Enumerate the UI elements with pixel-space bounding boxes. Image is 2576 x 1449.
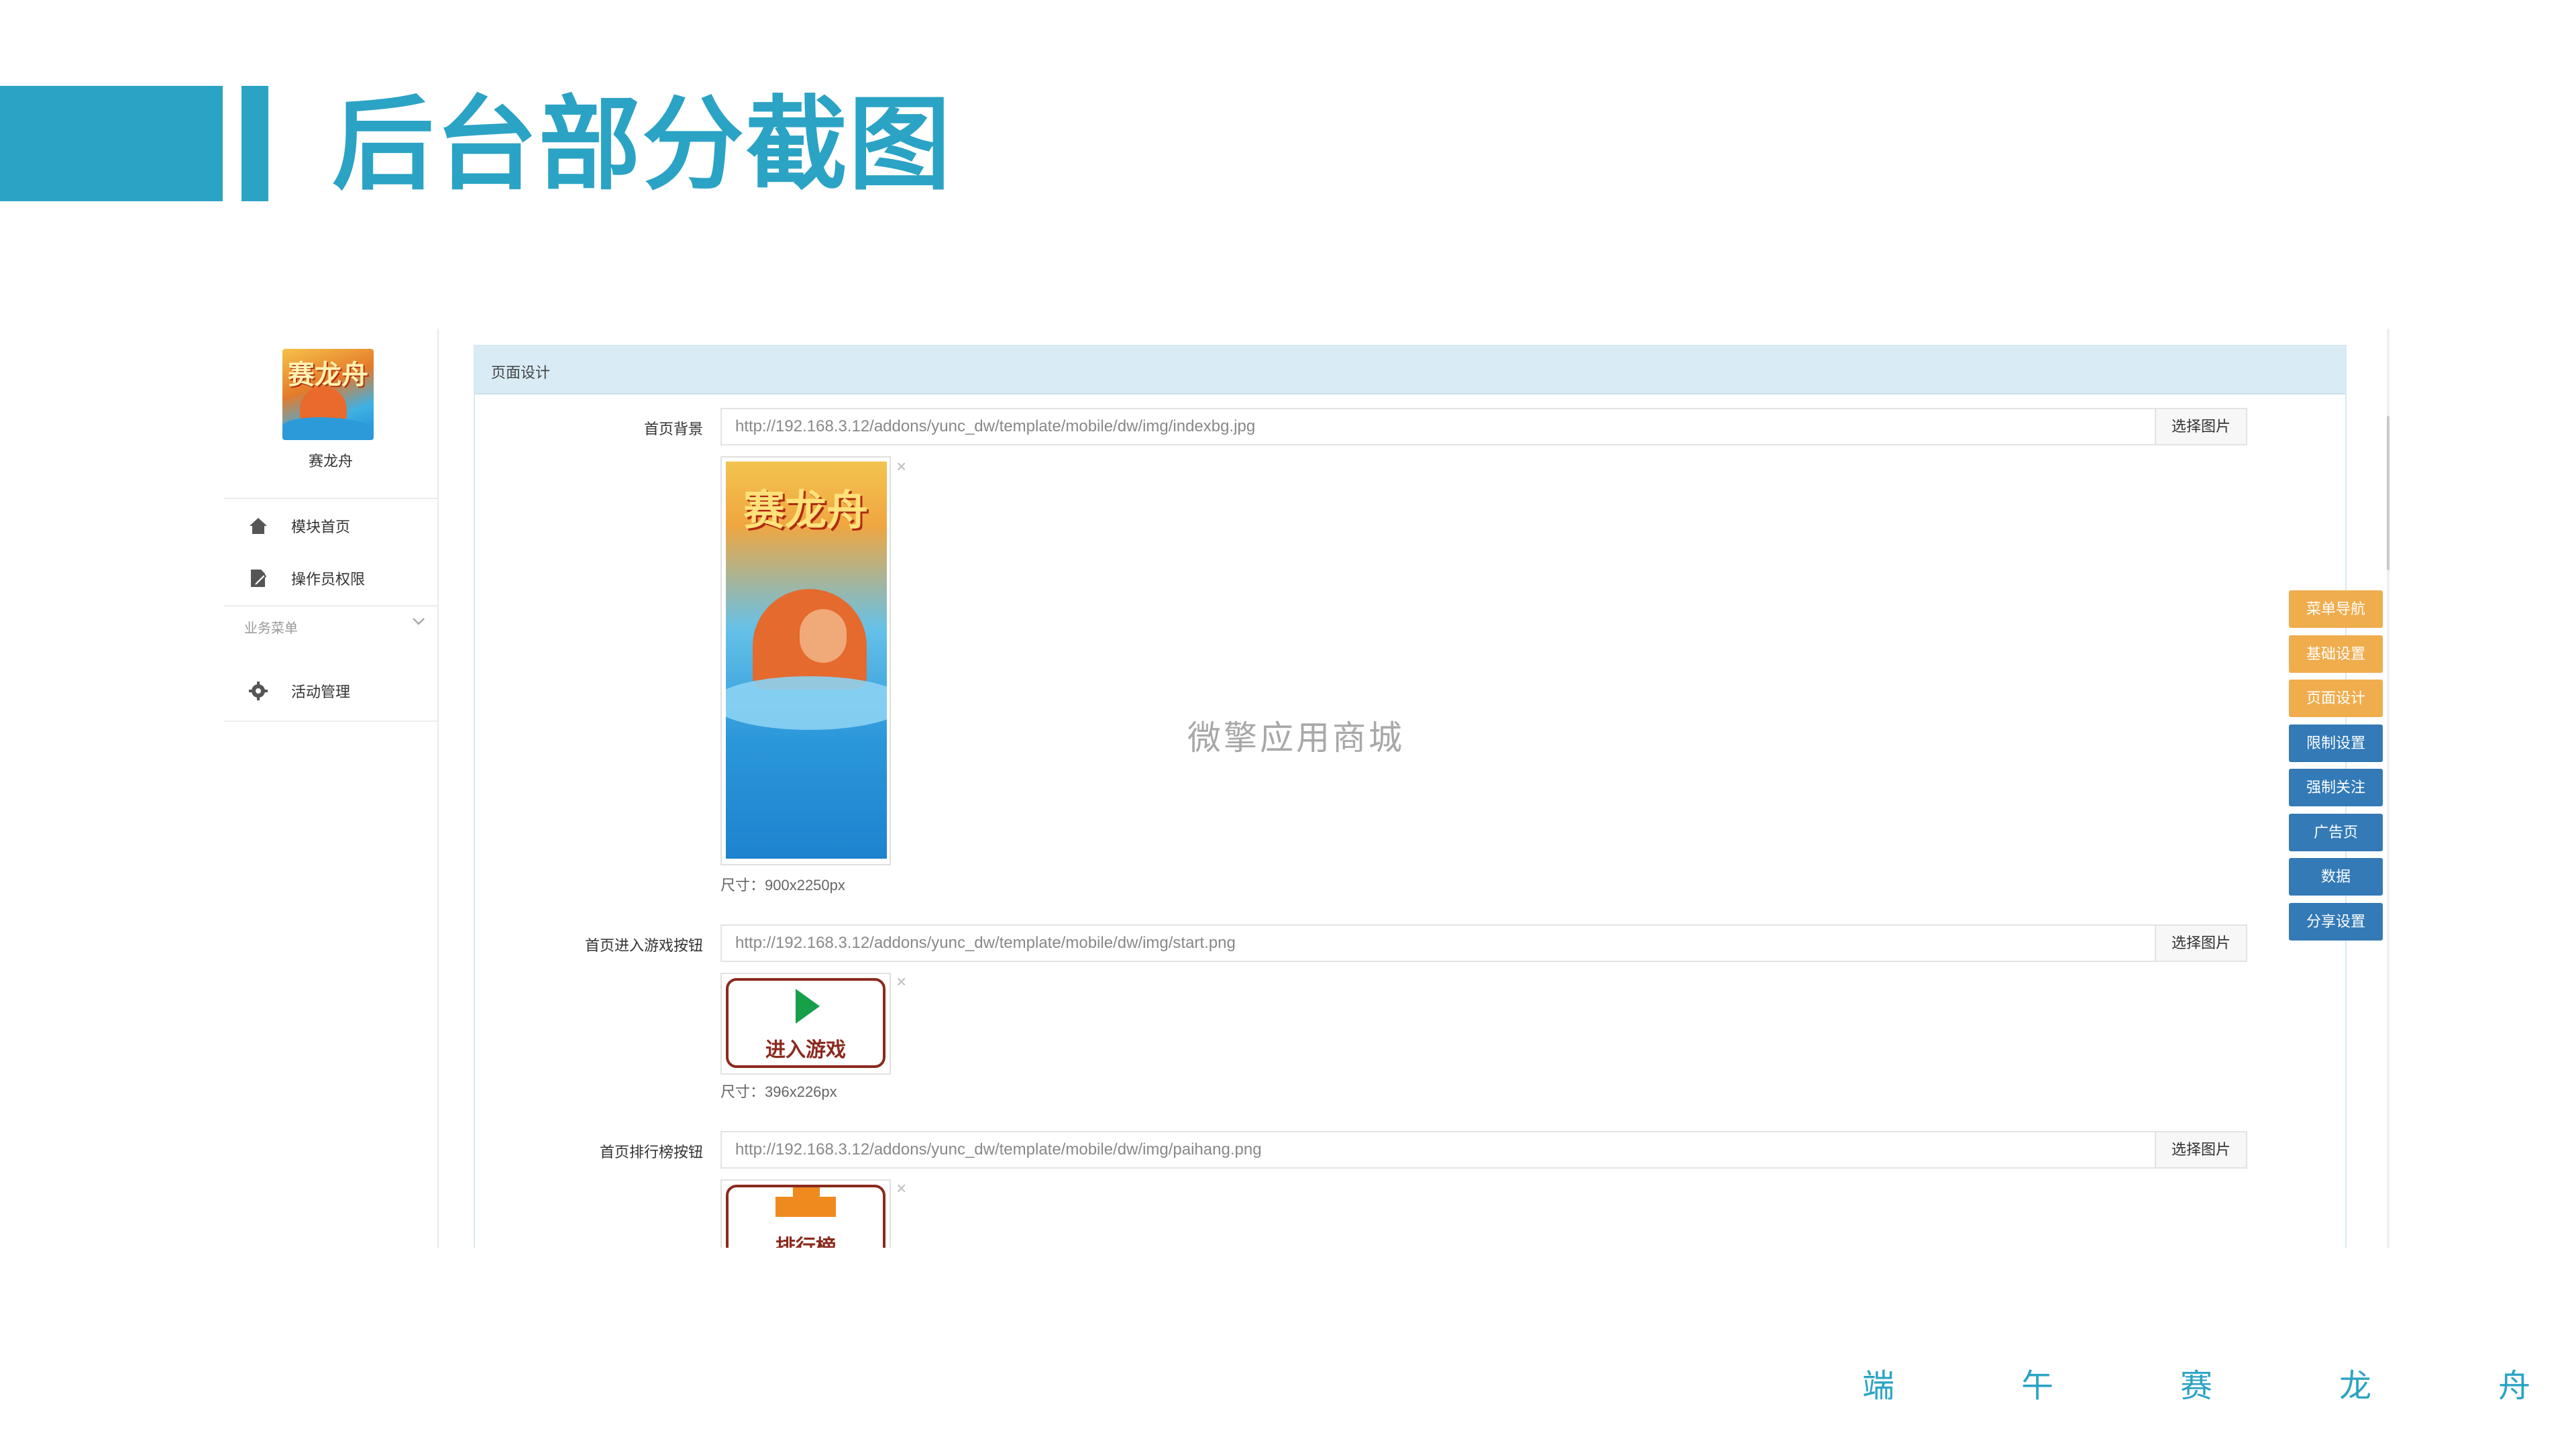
- sidebar-item-module-home[interactable]: 模块首页: [224, 504, 437, 547]
- remove-image-icon[interactable]: ×: [896, 1178, 906, 1199]
- image-title-text: 排行榜: [775, 1236, 836, 1248]
- sidebar-item-operator-permissions[interactable]: 操作员权限: [224, 557, 437, 600]
- image-title-text: 赛龙舟: [743, 486, 869, 535]
- logo-wave-shape: [282, 417, 374, 440]
- remove-image-icon[interactable]: ×: [896, 456, 906, 477]
- field-label: 首页背景: [643, 421, 703, 437]
- select-image-button[interactable]: 选择图片: [2156, 1131, 2247, 1169]
- select-image-button[interactable]: 选择图片: [2156, 408, 2247, 445]
- sidebar-group-label: 业务菜单: [244, 621, 298, 636]
- field-label: 首页排行榜按钮: [599, 1144, 703, 1161]
- sidebar-divider: [224, 605, 437, 606]
- podium-shape: [775, 1197, 836, 1217]
- panel-header: 页面设计: [475, 346, 2345, 394]
- image-preview: 赛龙舟: [720, 456, 891, 865]
- footer-char: 龙: [2339, 1367, 2372, 1405]
- wave-shape: [726, 676, 887, 730]
- sidebar-item-label: 操作员权限: [291, 571, 366, 588]
- image-size-note: 尺寸：900x2250px: [720, 877, 845, 894]
- sidebar: 赛龙舟 赛龙舟 模块首页 操作员权限 业务菜单 活动管理: [224, 329, 439, 1248]
- logo-text: 赛龙舟: [288, 360, 368, 390]
- sidebar-item-label: 模块首页: [291, 519, 351, 535]
- image-title-text: 进入游戏: [765, 1038, 846, 1062]
- sidebar-divider: [224, 498, 437, 499]
- panel-title: 页面设计: [491, 364, 551, 381]
- footer-char: 端: [1862, 1367, 1895, 1405]
- gear-icon: [248, 681, 268, 701]
- start-button-image: 进入游戏: [726, 978, 885, 1068]
- app-logo[interactable]: 赛龙舟: [282, 349, 374, 440]
- page-design-panel: 页面设计 首页背景 选择图片 赛龙舟 × 尺寸：900x2250px 首页进入游…: [474, 345, 2347, 1248]
- image-url-input[interactable]: [720, 408, 2156, 445]
- image-size-note: 尺寸：396x226px: [720, 1083, 837, 1100]
- float-nav-button[interactable]: 广告页: [2289, 814, 2383, 851]
- footer-char: 舟: [2498, 1367, 2531, 1405]
- remove-image-icon[interactable]: ×: [896, 971, 906, 992]
- character-shape: [800, 609, 847, 663]
- sidebar-item-label: 活动管理: [291, 684, 351, 700]
- scrollbar-thumb[interactable]: [2387, 416, 2390, 570]
- footer-char: 午: [2021, 1367, 2054, 1405]
- float-nav-button[interactable]: 数据: [2289, 858, 2383, 896]
- chevron-down-icon[interactable]: [411, 613, 427, 629]
- float-nav-button[interactable]: 菜单导航: [2289, 590, 2383, 628]
- float-nav-button[interactable]: 基础设置: [2289, 635, 2383, 673]
- image-url-input[interactable]: [720, 1131, 2156, 1169]
- image-preview: 排行榜: [720, 1179, 891, 1248]
- rank-button-image: 排行榜: [726, 1185, 885, 1248]
- footer-char: 赛: [2180, 1367, 2213, 1405]
- background-image: 赛龙舟: [726, 462, 887, 859]
- image-preview: 进入游戏: [720, 973, 891, 1075]
- document-edit-icon: [248, 568, 268, 588]
- play-icon: [796, 989, 820, 1024]
- image-url-input[interactable]: [720, 924, 2156, 962]
- slide-title: 后台部分截图: [332, 85, 952, 204]
- header-accent-tick: [241, 86, 268, 201]
- float-nav-button[interactable]: 限制设置: [2289, 724, 2383, 762]
- float-nav-button[interactable]: 分享设置: [2289, 903, 2383, 941]
- select-image-button[interactable]: 选择图片: [2156, 924, 2247, 962]
- float-nav-button[interactable]: 页面设计: [2289, 680, 2383, 717]
- header-accent-bar: [0, 86, 223, 201]
- float-nav-button[interactable]: 强制关注: [2289, 769, 2383, 806]
- sidebar-item-activity-management[interactable]: 活动管理: [224, 669, 437, 712]
- sidebar-divider: [224, 720, 437, 722]
- watermark-text: 微擎应用商城: [1187, 718, 1405, 757]
- app-name: 赛龙舟: [308, 453, 353, 470]
- field-label: 首页进入游戏按钮: [584, 937, 703, 954]
- home-icon: [248, 516, 268, 536]
- admin-screenshot: 赛龙舟 赛龙舟 模块首页 操作员权限 业务菜单 活动管理 页面设计 首页背景 h…: [221, 329, 2395, 1248]
